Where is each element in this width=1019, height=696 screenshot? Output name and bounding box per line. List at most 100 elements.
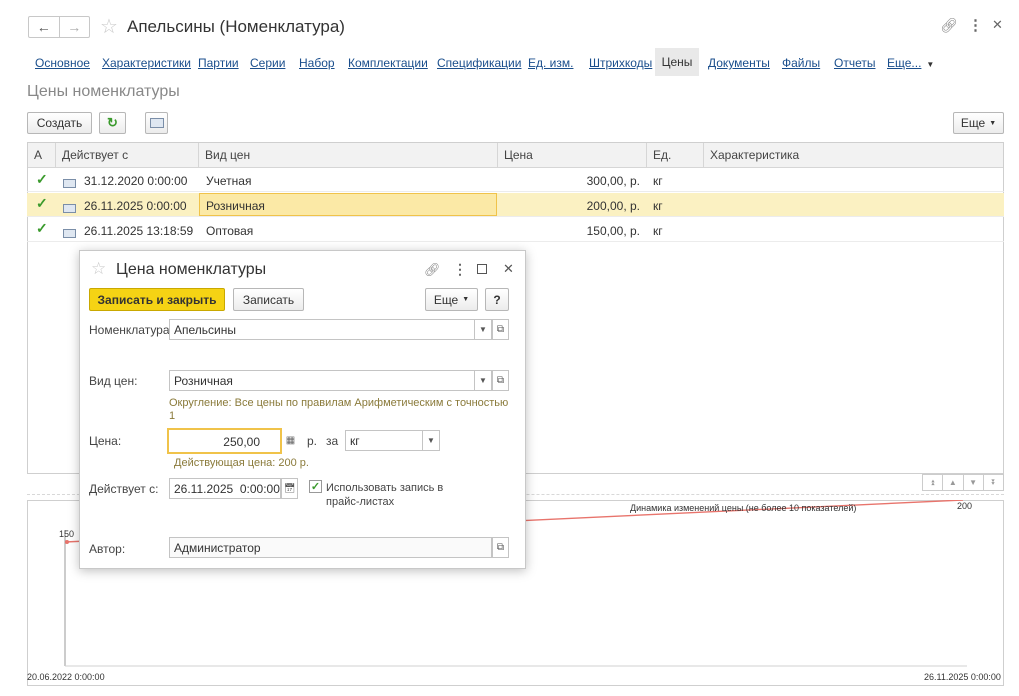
per-label: за (326, 434, 339, 448)
tab-units[interactable]: Ед. изм. (528, 56, 573, 70)
refresh-button[interactable]: ↻ (99, 112, 126, 134)
more-button[interactable]: Еще ▼ (953, 112, 1004, 134)
document-icon (63, 201, 76, 215)
open-icon: ⧉ (496, 324, 505, 335)
unit-dropdown-button[interactable]: ▼ (423, 430, 440, 451)
link-icon[interactable]: 🔗︎ (940, 17, 958, 34)
tab-prices[interactable]: Цены (655, 48, 699, 76)
dialog-title: Цена номенклатуры (116, 261, 267, 278)
column-header-price[interactable]: Цена (498, 143, 647, 168)
column-header-characteristic[interactable]: Характеристика (704, 143, 1003, 168)
link-icon[interactable]: 🔗︎ (424, 262, 441, 278)
tab-batches[interactable]: Партии (198, 56, 239, 70)
chart-x-end: 26.11.2025 0:00:00 (924, 672, 1001, 682)
calendar-button[interactable]: 📅︎ (281, 478, 298, 499)
document-icon (63, 226, 76, 240)
calculator-icon[interactable]: ▦ (283, 431, 298, 450)
help-button[interactable]: ? (485, 288, 509, 311)
price-input[interactable]: 250,00 (167, 428, 282, 454)
author-label: Автор: (89, 542, 126, 556)
row-price-type: Розничная (206, 199, 265, 213)
tab-characteristics[interactable]: Характеристики (102, 56, 191, 70)
author-field[interactable]: Администратор (169, 537, 492, 558)
tab-files[interactable]: Файлы (782, 56, 820, 70)
chart-first-value: 150 (59, 529, 75, 539)
nomenclature-open-button[interactable]: ⧉ (492, 319, 509, 340)
column-header-unit[interactable]: Ед. (647, 143, 704, 168)
maximize-icon[interactable] (477, 264, 487, 274)
scroll-controls: ⏫︎ ▲ ▼ ⏬︎ (922, 474, 1004, 491)
more-vertical-icon[interactable]: ⋮ (453, 261, 467, 278)
tab-documents[interactable]: Документы (708, 56, 770, 70)
open-icon: ⧉ (496, 375, 505, 386)
chevron-down-icon: ▼ (462, 296, 470, 303)
check-icon: ✓ (36, 171, 48, 187)
scroll-up-button[interactable]: ▲ (943, 474, 964, 491)
nomenclature-label: Номенклатура: (89, 323, 173, 337)
price-type-field[interactable]: Розничная (169, 370, 475, 391)
tab-main[interactable]: Основное (35, 56, 90, 70)
document-icon (63, 176, 76, 190)
close-icon[interactable]: ✕ (992, 17, 1003, 33)
dialog-more-button[interactable]: Еще ▼ (425, 288, 478, 311)
tab-kits[interactable]: Комплектации (348, 56, 428, 70)
row-unit: кг (653, 224, 663, 238)
calendar-icon: 📅︎ (283, 483, 296, 493)
rounding-note: Округление: Все цены по правилам Арифмет… (169, 397, 509, 422)
price-type-open-button[interactable]: ⧉ (492, 370, 509, 391)
chart-title: Динамика изменений цены (не более 10 пок… (630, 503, 857, 513)
unit-field[interactable]: кг (345, 430, 423, 451)
scroll-top-button[interactable]: ⏫︎ (922, 474, 944, 491)
favorite-star-icon[interactable]: ☆ (100, 14, 118, 39)
chart-x-start: 20.06.2022 0:00:00 (27, 672, 105, 682)
tab-specifications[interactable]: Спецификации (437, 56, 521, 70)
document-icon (149, 118, 164, 128)
nav-buttons: ← → (28, 16, 90, 38)
nomenclature-dropdown-button[interactable]: ▼ (475, 319, 492, 340)
scroll-bottom-button[interactable]: ⏬︎ (983, 474, 1004, 491)
nomenclature-field[interactable]: Апельсины (169, 319, 475, 340)
forward-button[interactable]: → (60, 17, 90, 37)
column-header-price-type[interactable]: Вид цен (199, 143, 498, 168)
open-icon: ⧉ (496, 542, 505, 553)
price-type-label: Вид цен: (89, 374, 138, 388)
row-price-type: Оптовая (206, 224, 254, 238)
use-in-pricelist-label[interactable]: Использовать запись в прайс-листах (326, 481, 466, 509)
chart-last-value: 200 (957, 501, 973, 511)
row-date: 31.12.2020 0:00:00 (84, 174, 188, 188)
currency-label: р. (307, 434, 318, 448)
create-button[interactable]: Создать (27, 112, 92, 134)
tab-more[interactable]: Еще... ▼ (887, 56, 934, 70)
window-title: Апельсины (Номенклатура) (127, 17, 345, 36)
pricelist-button[interactable] (145, 112, 168, 134)
tab-series[interactable]: Серии (250, 56, 285, 70)
chevron-down-icon: ▼ (926, 60, 935, 69)
back-button[interactable]: ← (29, 17, 60, 37)
chevron-down-icon: ▼ (989, 119, 997, 127)
favorite-star-icon[interactable]: ☆ (91, 259, 106, 279)
price-label: Цена: (89, 434, 122, 448)
section-title: Цены номенклатуры (27, 83, 180, 100)
row-date: 26.11.2025 0:00:00 (84, 199, 187, 213)
column-header-a[interactable]: А (28, 143, 56, 168)
row-price: 200,00, р. (586, 199, 640, 213)
column-header-date[interactable]: Действует с (56, 143, 199, 168)
check-icon: ✓ (36, 220, 48, 236)
tab-barcodes[interactable]: Штрихкоды (589, 56, 652, 70)
valid-from-input[interactable]: 26.11.2025 0:00:00 (169, 478, 281, 499)
save-button[interactable]: Записать (233, 288, 304, 311)
author-open-button[interactable]: ⧉ (492, 537, 509, 558)
price-type-dropdown-button[interactable]: ▼ (475, 370, 492, 391)
scroll-down-button[interactable]: ▼ (963, 474, 984, 491)
valid-from-label: Действует с: (89, 482, 159, 496)
use-in-pricelist-checkbox[interactable]: ✓ (309, 480, 322, 493)
more-vertical-icon[interactable]: ⋮ (968, 16, 983, 34)
tab-reports[interactable]: Отчеты (834, 56, 875, 70)
current-price-note: Действующая цена: 200 р. (174, 457, 309, 469)
refresh-icon: ↻ (107, 115, 118, 130)
tab-set[interactable]: Набор (299, 56, 335, 70)
close-icon[interactable]: ✕ (503, 261, 514, 277)
row-date: 26.11.2025 13:18:59 (84, 224, 194, 238)
chart-point (65, 540, 69, 544)
save-and-close-button[interactable]: Записать и закрыть (89, 288, 225, 311)
